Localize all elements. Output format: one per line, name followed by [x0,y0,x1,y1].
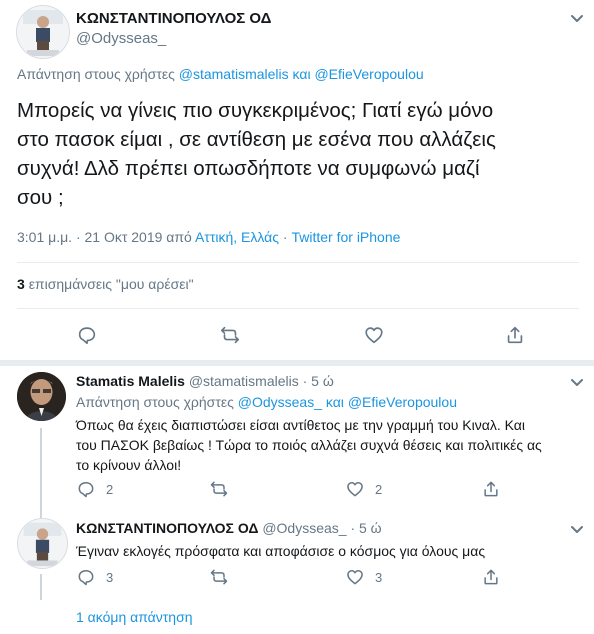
divider [17,308,579,309]
reply-text: Έγιναν εκλογές πρόσφατα και αποφάσισε ο … [76,541,485,561]
reply-and: και [292,66,311,82]
retweet-button[interactable] [219,324,241,346]
reply-author-avatar[interactable] [17,518,68,569]
like-icon [347,482,363,497]
thread-line [40,574,42,600]
share-button[interactable] [481,567,501,587]
more-replies-link[interactable]: 1 ακόμη απάντηση [76,609,193,625]
reply-header: Stamatis Malelis @stamatismalelis · 5 ώ [76,373,334,389]
meta-separator: · [282,229,288,245]
text-line: συχνά! Δλδ πρέπει οπωσδήποτε να συμφωνώ … [17,157,480,180]
like-count: 2 [375,481,383,497]
text-line: σου ; [17,186,64,209]
location-link[interactable]: Αττική, Ελλάς [195,229,279,245]
main-author-name[interactable]: ΚΩΝΣΤΑΝΤΙΝΟΠΟΥΛΟΣ ΟΔ [76,10,271,27]
likes-label: επισημάνσεις "μου αρέσει" [28,276,194,292]
reply-author-handle[interactable]: @Odysseas_ [262,520,346,536]
retweet-icon [210,569,228,585]
retweet-icon [220,326,240,344]
reply-button[interactable]: 3 [76,567,113,587]
like-icon [347,570,363,585]
divider [0,360,594,366]
reply-prefix: Απάντηση στους χρήστες [76,394,234,410]
divider [17,262,579,263]
main-reply-context: Απάντηση στους χρήστες @stamatismalelis … [17,66,424,82]
main-tweet-text: Μπορείς να γίνεις πιο συγκεκριμένος; Για… [17,96,496,212]
share-button[interactable] [504,324,526,346]
reply-time[interactable]: · 5 ώ [303,373,334,389]
tweet-meta: 3:01 μ.μ. · 21 Οκτ 2019 από Αττική, Ελλά… [17,229,400,245]
share-icon [484,569,498,585]
reply-prefix: Απάντηση στους χρήστες [17,66,175,82]
share-icon [507,326,523,344]
reply-icon [78,482,94,498]
reply-button[interactable]: 2 [76,479,113,499]
text-line: Όπως θα έχεις διαπιστώσει είσαι αντίθετο… [76,417,525,433]
reply-context: Απάντηση στους χρήστες @Odysseas_ και @E… [76,394,457,410]
timestamp[interactable]: 3:01 μ.μ. · 21 Οκτ 2019 από [17,229,192,245]
reply-button[interactable] [76,324,98,346]
retweet-icon [210,481,228,497]
reply-author-handle[interactable]: @stamatismalelis [189,373,299,389]
like-button[interactable]: 2 [345,479,382,499]
text-line: του ΠΑΣΟΚ βεβαίως ! Τώρα το ποιός αλλάζε… [76,437,542,453]
like-button[interactable]: 3 [345,567,382,587]
mention-link[interactable]: @stamatismalelis [179,66,289,82]
retweet-button[interactable] [209,479,229,499]
text-line: στο πασοκ είμαι , σε αντίθεση με εσένα π… [17,128,496,151]
more-replies-label: 1 ακόμη απάντηση [76,609,193,625]
text-line: το κρίνουν άλλοι! [76,457,182,473]
thread-line [40,428,42,512]
like-count: 3 [375,569,383,585]
mention-link[interactable]: @EfieVeropoulou [314,66,423,82]
like-button[interactable] [363,324,385,346]
reply-count: 2 [106,481,114,497]
reply-and: και [325,394,344,410]
reply-time[interactable]: · 5 ώ [350,520,381,536]
retweet-button[interactable] [209,567,229,587]
mention-link[interactable]: @Odysseas_ [238,394,322,410]
main-author-avatar[interactable] [16,5,70,59]
reply-icon [78,570,94,586]
reply-author-name[interactable]: ΚΩΝΣΤΑΝΤΙΝΟΠΟΥΛΟΣ ΟΔ [76,520,258,536]
reply-text: Όπως θα έχεις διαπιστώσει είσαι αντίθετο… [76,415,542,475]
reply-icon [78,327,96,345]
share-button[interactable] [481,479,501,499]
chevron-down-icon[interactable] [568,374,586,392]
likes-stat[interactable]: 3 επισημάνσεις "μου αρέσει" [17,276,194,292]
chevron-down-icon[interactable] [568,10,586,28]
reply-author-avatar[interactable] [17,372,66,421]
share-icon [484,481,498,497]
like-icon [365,327,383,344]
reply-count: 3 [106,569,114,585]
chevron-down-icon[interactable] [568,521,586,539]
source-link[interactable]: Twitter for iPhone [291,229,400,245]
text-line: Μπορείς να γίνεις πιο συγκεκριμένος; Για… [17,99,494,122]
reply-header: ΚΩΝΣΤΑΝΤΙΝΟΠΟΥΛΟΣ ΟΔ @Odysseas_ · 5 ώ [76,520,382,536]
reply-author-name[interactable]: Stamatis Malelis [76,373,185,389]
likes-count: 3 [17,276,25,292]
text-line: Έγιναν εκλογές πρόσφατα και αποφάσισε ο … [76,543,486,559]
main-author-handle[interactable]: @Odysseas_ [76,30,166,47]
mention-link[interactable]: @EfieVeropoulou [348,394,457,410]
